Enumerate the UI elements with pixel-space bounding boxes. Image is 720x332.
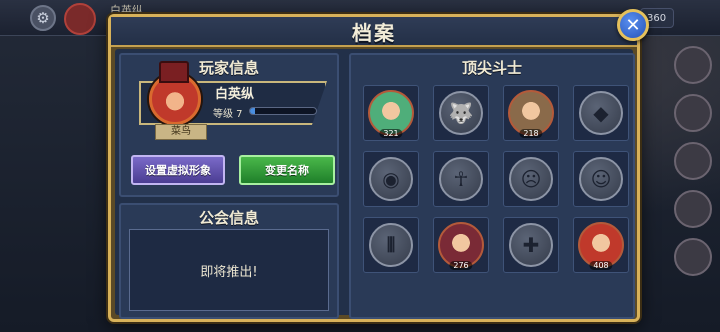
level-progress-bar <box>249 107 317 115</box>
wolf-icon: 🐺 <box>439 91 483 135</box>
fighter-slot[interactable]: ⦀ <box>363 217 419 273</box>
close-button[interactable]: ✕ <box>617 9 649 41</box>
fighter-level: 218 <box>519 129 543 138</box>
settings-gear-icon[interactable]: ⚙ <box>30 5 56 31</box>
fighter-level: 321 <box>379 129 403 138</box>
fighter-slot[interactable]: ◉ <box>363 151 419 207</box>
level-progress-fill <box>250 108 256 114</box>
bg-fighter-icon-4[interactable] <box>674 190 712 228</box>
level-label: 等级 7 <box>213 109 243 120</box>
rank-tag: 菜鸟 <box>155 124 207 140</box>
fighter-level: 276 <box>449 261 473 270</box>
top-fighters-panel: 顶尖斗士 321 🐺 218 ◆ ◉ ☥ ☹ ☺ ⦀ 276 ✚ 408 <box>349 53 635 319</box>
bars-icon: ⦀ <box>369 223 413 267</box>
frown-icon: ☹ <box>509 157 553 201</box>
player-name: 白英纵 <box>215 87 255 102</box>
fighter-grid: 321 🐺 218 ◆ ◉ ☥ ☹ ☺ ⦀ 276 ✚ 408 <box>363 85 629 273</box>
modal-title: 档案 <box>352 20 396 45</box>
background-avatar[interactable] <box>64 3 96 35</box>
fighter-slot[interactable]: 276 <box>433 217 489 273</box>
profile-modal: 档案 ✕ 玩家信息 白英纵 等级 7 菜鸟 设置虚拟形象 变更名称 公会信息 即… <box>108 9 649 322</box>
diamond-icon: ◆ <box>579 91 623 135</box>
guild-coming-soon: 即将推出! <box>129 229 329 311</box>
cross-icon: ✚ <box>509 223 553 267</box>
ankh-icon: ☥ <box>439 157 483 201</box>
fighter-level: 408 <box>589 261 613 270</box>
fighter-slot[interactable]: 321 <box>363 85 419 141</box>
grin-icon: ☺ <box>579 157 623 201</box>
background-right-icons <box>674 46 714 286</box>
emblem-icon: ◉ <box>369 157 413 201</box>
player-info-panel: 玩家信息 白英纵 等级 7 菜鸟 设置虚拟形象 变更名称 <box>119 53 339 197</box>
modal-body: 玩家信息 白英纵 等级 7 菜鸟 设置虚拟形象 变更名称 公会信息 即将推出! … <box>115 49 635 319</box>
guild-info-panel: 公会信息 即将推出! <box>119 203 339 319</box>
bg-fighter-icon-3[interactable] <box>674 142 712 180</box>
bg-fighter-icon-1[interactable] <box>674 46 712 84</box>
guild-info-title: 公会信息 <box>198 209 259 227</box>
modal-header: 档案 <box>111 17 637 47</box>
fighter-slot[interactable]: 218 <box>503 85 559 141</box>
fighter-slot[interactable]: ☹ <box>503 151 559 207</box>
fighter-slot[interactable]: ◆ <box>573 85 629 141</box>
rename-button[interactable]: 变更名称 <box>239 155 335 185</box>
fighter-slot[interactable]: 408 <box>573 217 629 273</box>
avatar-hat-icon <box>159 61 189 83</box>
fighter-slot[interactable]: 🐺 <box>433 85 489 141</box>
top-fighters-title: 顶尖斗士 <box>461 59 522 77</box>
fighter-slot[interactable]: ☺ <box>573 151 629 207</box>
fighter-slot[interactable]: ✚ <box>503 217 559 273</box>
bg-fighter-icon-5[interactable] <box>674 238 712 276</box>
fighter-slot[interactable]: ☥ <box>433 151 489 207</box>
set-avatar-button[interactable]: 设置虚拟形象 <box>131 155 225 185</box>
player-info-title: 玩家信息 <box>198 59 259 77</box>
bg-fighter-icon-2[interactable] <box>674 94 712 132</box>
